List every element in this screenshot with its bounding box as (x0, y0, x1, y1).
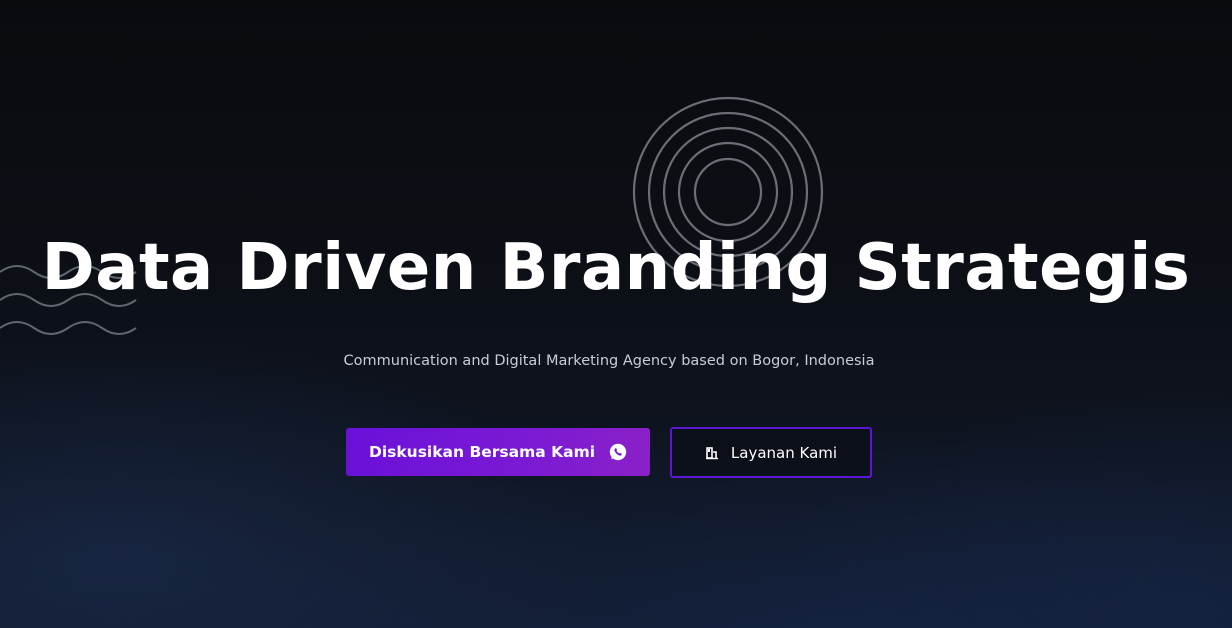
discuss-button-label: Diskusikan Bersama Kami (368, 443, 596, 461)
service-icon (705, 446, 719, 460)
hero-title: Data Driven Branding Strategis (41, 231, 1191, 305)
our-services-button[interactable]: Layanan Kami (670, 427, 872, 478)
whatsapp-icon (609, 443, 627, 461)
hero-section: Data Driven Branding Strategis Communica… (0, 0, 1232, 628)
hero-subtitle: Communication and Digital Marketing Agen… (343, 353, 875, 369)
discuss-with-us-button[interactable]: Diskusikan Bersama Kami (346, 428, 650, 476)
services-button-label: Layanan Kami (730, 443, 838, 462)
